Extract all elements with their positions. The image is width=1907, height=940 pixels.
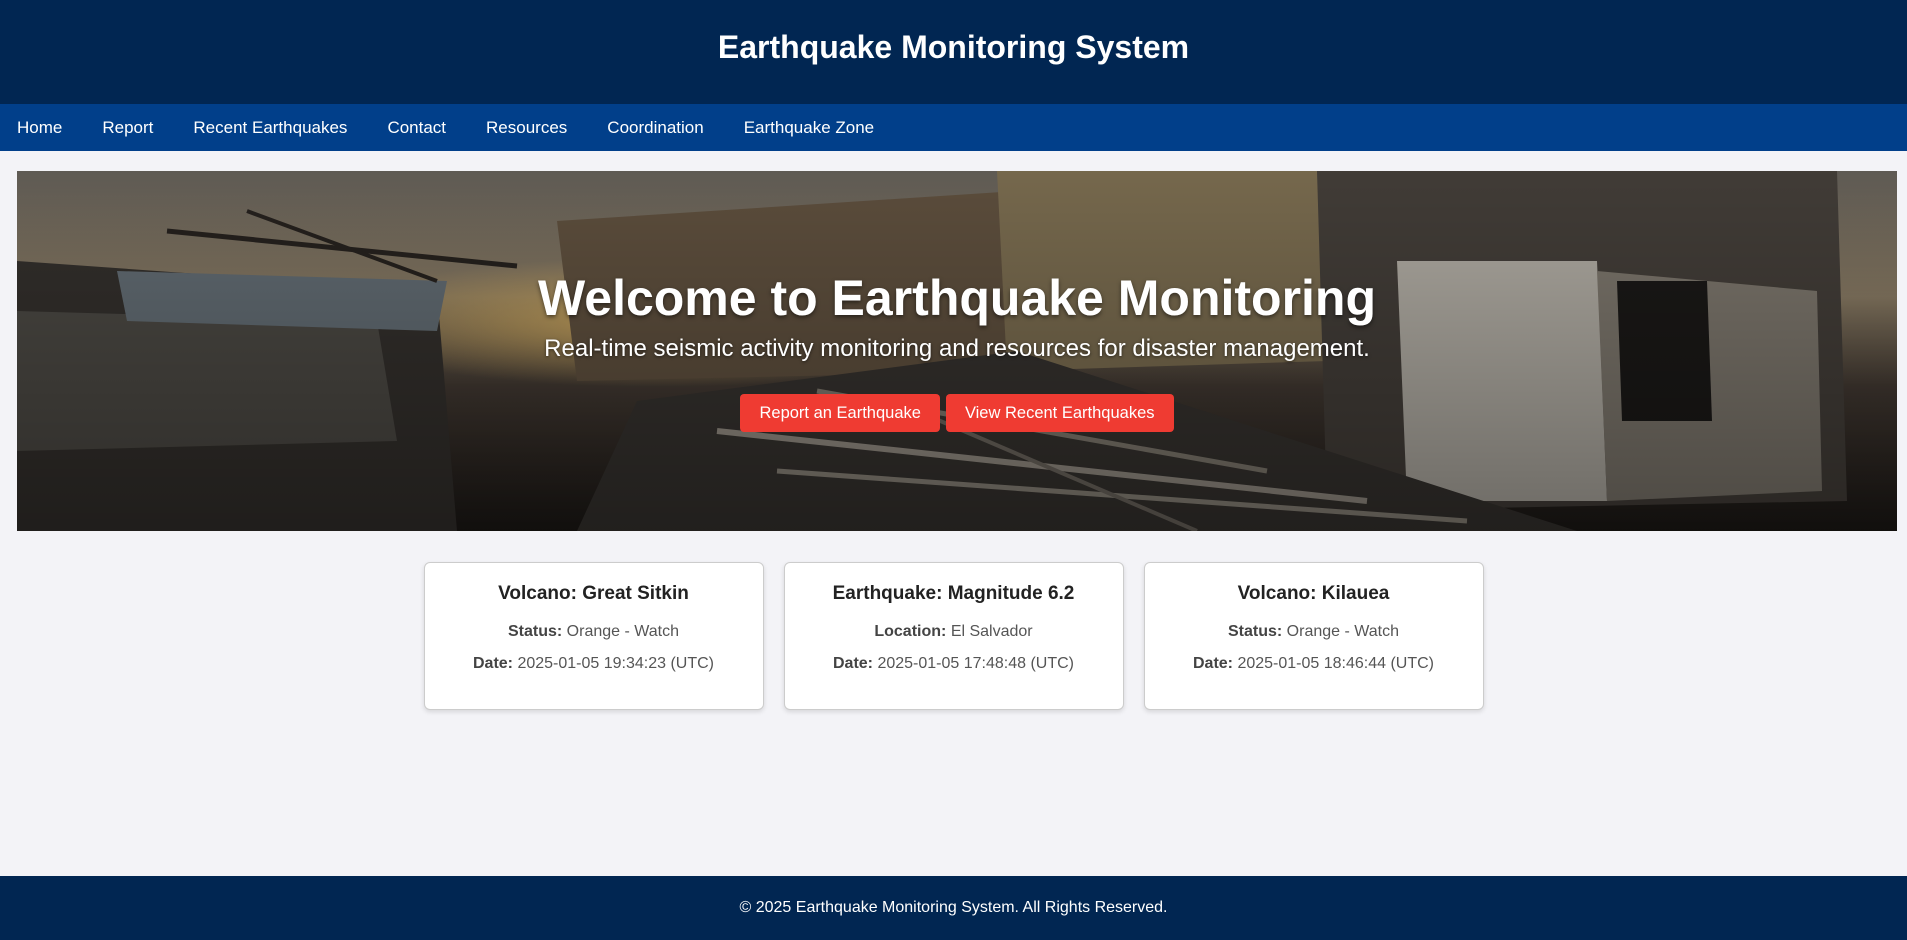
hero-subtitle: Real-time seismic activity monitoring an…	[544, 335, 1370, 362]
report-earthquake-button[interactable]: Report an Earthquake	[740, 394, 940, 432]
main-nav: Home Report Recent Earthquakes Contact R…	[0, 104, 1907, 151]
alert-card: Volcano: Kilauea Status: Orange - Watch …	[1143, 562, 1484, 710]
site-footer: © 2025 Earthquake Monitoring System. All…	[0, 876, 1907, 940]
card-date-value: 2025-01-05 19:34:23 (UTC)	[517, 655, 715, 672]
nav-item-report[interactable]: Report	[102, 118, 153, 138]
nav-item-resources[interactable]: Resources	[486, 118, 567, 138]
nav-item-coordination[interactable]: Coordination	[607, 118, 703, 138]
site-title: Earthquake Monitoring System	[717, 28, 1190, 65]
card-field: Location: El Salvador	[785, 623, 1123, 641]
nav-item-earthquake-zone[interactable]: Earthquake Zone	[744, 118, 874, 138]
alert-card: Volcano: Great Sitkin Status: Orange - W…	[423, 562, 764, 710]
card-field-label: Status:	[1227, 623, 1283, 640]
card-title: Volcano: Kilauea	[1237, 583, 1390, 604]
nav-item-home[interactable]: Home	[17, 118, 62, 138]
card-date-value: 2025-01-05 18:46:44 (UTC)	[1237, 655, 1435, 672]
hero-content: Welcome to Earthquake Monitoring Real-ti…	[17, 171, 1897, 531]
card-field-label: Location:	[874, 623, 947, 640]
nav-item-recent-earthquakes[interactable]: Recent Earthquakes	[193, 118, 347, 138]
card-field-label: Status:	[507, 623, 563, 640]
hero-banner: Welcome to Earthquake Monitoring Real-ti…	[17, 171, 1897, 531]
card-title: Volcano: Great Sitkin	[498, 583, 689, 604]
card-date: Date: 2025-01-05 17:48:48 (UTC)	[785, 655, 1123, 673]
hero-buttons: Report an Earthquake View Recent Earthqu…	[17, 394, 1897, 432]
card-field: Status: Orange - Watch	[1145, 623, 1483, 641]
card-date: Date: 2025-01-05 19:34:23 (UTC)	[425, 655, 763, 673]
view-recent-earthquakes-button[interactable]: View Recent Earthquakes	[945, 394, 1174, 432]
card-field-value: El Salvador	[950, 623, 1033, 640]
card-date-label: Date:	[832, 655, 873, 672]
card-field-value: Orange - Watch	[1286, 623, 1400, 640]
nav-item-contact[interactable]: Contact	[387, 118, 446, 138]
card-date: Date: 2025-01-05 18:46:44 (UTC)	[1145, 655, 1483, 673]
card-title: Earthquake: Magnitude 6.2	[832, 583, 1075, 604]
card-date-label: Date:	[472, 655, 513, 672]
footer-copyright: © 2025 Earthquake Monitoring System. All…	[739, 899, 1168, 916]
alert-card: Earthquake: Magnitude 6.2 Location: El S…	[783, 562, 1124, 710]
card-date-value: 2025-01-05 17:48:48 (UTC)	[877, 655, 1075, 672]
card-field: Status: Orange - Watch	[425, 623, 763, 641]
alert-cards: Volcano: Great Sitkin Status: Orange - W…	[0, 562, 1907, 710]
hero-title: Welcome to Earthquake Monitoring	[537, 270, 1377, 326]
site-header: Earthquake Monitoring System	[0, 0, 1907, 104]
card-field-value: Orange - Watch	[566, 623, 680, 640]
card-date-label: Date:	[1192, 655, 1233, 672]
